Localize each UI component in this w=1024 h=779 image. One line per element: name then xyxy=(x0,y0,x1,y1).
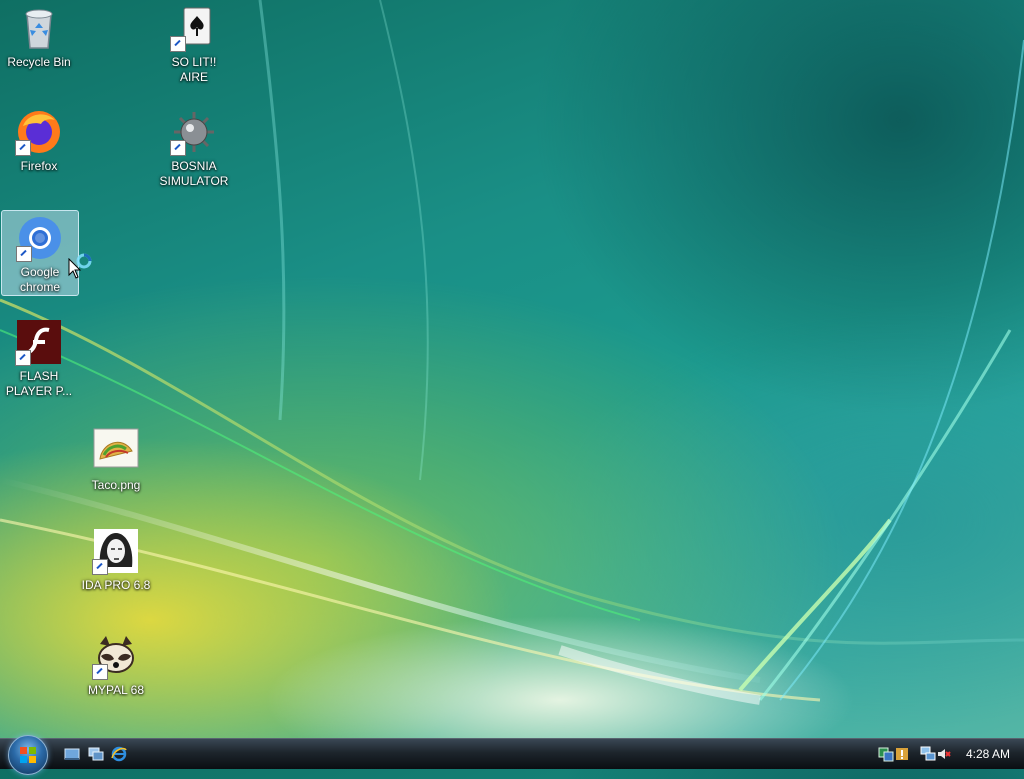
desktop-icon-recycle-bin[interactable]: Recycle Bin xyxy=(4,4,74,70)
solitaire-icon xyxy=(170,4,218,52)
desktop-icon-label: Google chrome xyxy=(19,265,60,294)
desktop-icon-ida-pro[interactable]: IDA PRO 6.8 xyxy=(81,527,151,593)
windows-logo-icon xyxy=(20,747,36,763)
shortcut-arrow-icon xyxy=(92,559,108,575)
shortcut-arrow-icon xyxy=(15,350,31,366)
recycle-bin-icon xyxy=(15,4,63,52)
desktop-icon-taco[interactable]: Taco.png xyxy=(81,427,151,493)
minesweeper-icon xyxy=(170,108,218,156)
network-connection-icon[interactable] xyxy=(920,746,936,762)
desktop-icon-label: Recycle Bin xyxy=(7,55,71,69)
taco-image-icon xyxy=(92,427,140,475)
system-tray: 4:28 AM xyxy=(864,739,1024,769)
shortcut-arrow-icon xyxy=(170,140,186,156)
ida-pro-icon xyxy=(92,527,140,575)
desktop-icon-label: BOSNIA SIMULATOR xyxy=(159,159,229,188)
clock[interactable]: 4:28 AM xyxy=(966,747,1010,761)
desktop-icon-label: FLASH PLAYER P... xyxy=(5,369,73,398)
vista-wallpaper xyxy=(0,0,1024,705)
desktop-icon-label: Taco.png xyxy=(91,478,141,492)
security-alert-icon[interactable] xyxy=(894,746,910,762)
show-desktop-icon[interactable] xyxy=(64,746,80,762)
desktop-icon-bosnia-simulator[interactable]: BOSNIA SIMULATOR xyxy=(159,108,229,189)
desktop-icon-label: IDA PRO 6.8 xyxy=(81,578,151,592)
busy-ring-icon xyxy=(76,253,92,269)
desktop-icon-solitaire[interactable]: SO LIT!! AIRE xyxy=(159,4,229,85)
firefox-icon xyxy=(15,108,63,156)
network-icon[interactable] xyxy=(878,746,894,762)
desktop-icon-label: Firefox xyxy=(20,159,58,173)
desktop-icon-label: SO LIT!! AIRE xyxy=(171,55,217,84)
desktop-icon-mypal[interactable]: MYPAL 68 xyxy=(81,632,151,698)
switch-windows-icon[interactable] xyxy=(88,746,104,762)
shortcut-arrow-icon xyxy=(170,36,186,52)
desktop-icon-label: MYPAL 68 xyxy=(87,683,145,697)
mypal-icon xyxy=(92,632,140,680)
chrome-icon xyxy=(16,214,64,262)
shortcut-arrow-icon xyxy=(15,140,31,156)
desktop-icon-flash-player[interactable]: FLASH PLAYER P... xyxy=(4,318,74,399)
flash-player-icon xyxy=(15,318,63,366)
desktop-icon-firefox[interactable]: Firefox xyxy=(4,108,74,174)
internet-explorer-icon[interactable] xyxy=(111,746,127,762)
shortcut-arrow-icon xyxy=(16,246,32,262)
start-button[interactable] xyxy=(8,735,48,775)
volume-muted-icon[interactable] xyxy=(936,746,952,762)
shortcut-arrow-icon xyxy=(92,664,108,680)
taskbar: 4:28 AM xyxy=(0,735,1024,775)
desktop-icon-google-chrome[interactable]: Google chrome xyxy=(1,210,79,296)
